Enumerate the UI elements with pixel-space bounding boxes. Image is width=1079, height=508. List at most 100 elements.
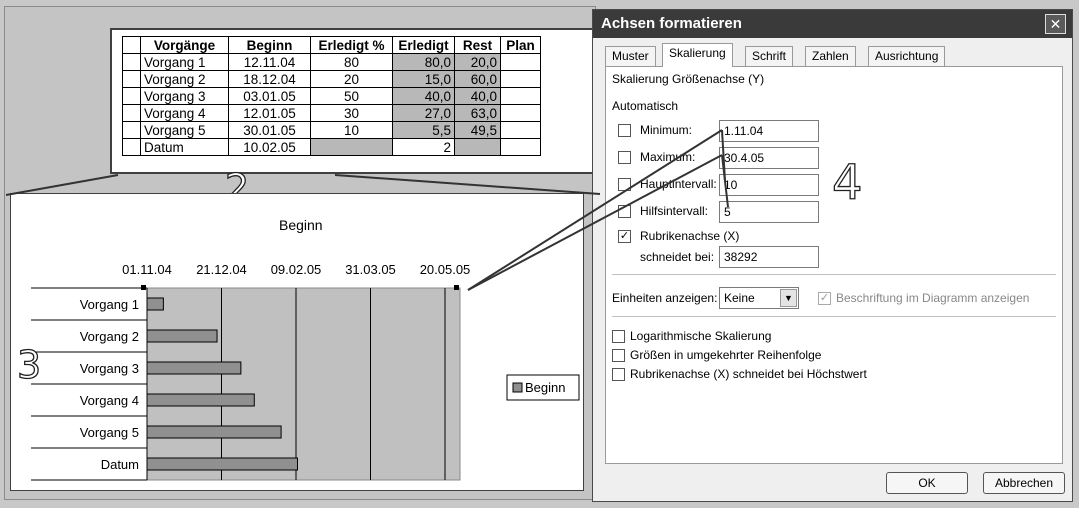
format-axis-dialog: Achsen formatieren ✕ Muster Skalierung S… (592, 9, 1073, 502)
table-cell[interactable] (122, 121, 141, 139)
table-cell[interactable]: Vorgang 1 (140, 53, 229, 71)
bar-vorgang-4[interactable] (146, 393, 255, 407)
table-cell[interactable]: 27,0 (392, 104, 455, 122)
major-unit-auto-checkbox[interactable] (618, 178, 631, 191)
category-label: Vorgang 3 (80, 361, 139, 376)
cancel-button[interactable]: Abbrechen (983, 472, 1065, 494)
table-cell[interactable]: 80,0 (392, 53, 455, 71)
tab-ausrichtung[interactable]: Ausrichtung (868, 46, 946, 67)
column-header: Beginn (228, 36, 311, 54)
table-cell[interactable]: 49,5 (454, 121, 501, 139)
category-axis-auto-checkbox[interactable]: ✓ (618, 230, 631, 243)
x-tick-label: 01.11.04 (122, 262, 172, 277)
table-cell[interactable]: 40,0 (392, 87, 455, 105)
table-row: Vorgang 5 30.01.05 10 5,5 49,5 (122, 121, 541, 139)
table-body: Vorgang 1 12.11.04 80 80,0 20,0 Vorgang 2 18.1… (122, 53, 541, 156)
table-cell[interactable]: 63,0 (454, 104, 501, 122)
table-cell[interactable]: 40,0 (454, 87, 501, 105)
table-cell[interactable]: 12.11.04 (228, 53, 311, 71)
table-cell[interactable] (310, 138, 393, 156)
table-cell[interactable]: Vorgang 3 (140, 87, 229, 105)
table-cell[interactable]: 30 (310, 104, 393, 122)
tab-muster[interactable]: Muster (605, 46, 656, 67)
category-label: Vorgang 4 (80, 393, 139, 408)
table-cell[interactable] (454, 138, 501, 156)
table-cell[interactable] (122, 70, 141, 88)
ok-button[interactable]: OK (886, 472, 968, 494)
minimum-auto-checkbox[interactable] (618, 124, 631, 137)
table-cell[interactable] (122, 104, 141, 122)
log-scale-checkbox[interactable] (612, 330, 625, 343)
column-header: Rest (454, 36, 501, 54)
major-unit-input[interactable]: 10 (719, 174, 819, 196)
column-header: Erledigt % (310, 36, 393, 54)
table-cell[interactable]: 60,0 (454, 70, 501, 88)
table-cell[interactable]: 18.12.04 (228, 70, 311, 88)
minor-unit-input[interactable]: 5 (719, 201, 819, 223)
chevron-down-icon[interactable]: ▼ (780, 289, 797, 307)
display-units-select[interactable]: Keine ▼ (719, 287, 799, 309)
table-cell[interactable]: 50 (310, 87, 393, 105)
maximum-input[interactable]: 30.4.05 (719, 147, 819, 169)
table-cell[interactable] (500, 138, 541, 156)
bar-vorgang-2[interactable] (146, 329, 218, 343)
table-cell[interactable]: 2 (392, 138, 455, 156)
table-row: Vorgang 2 18.12.04 20 15,0 60,0 (122, 70, 541, 88)
table-cell[interactable] (500, 121, 541, 139)
table-cell[interactable]: 03.01.05 (228, 87, 311, 105)
table-row: Vorgang 1 12.11.04 80 80,0 20,0 (122, 53, 541, 71)
bar-vorgang-3[interactable] (146, 361, 242, 375)
minor-unit-auto-checkbox[interactable] (618, 205, 631, 218)
callout-number-4: 4 (831, 154, 863, 211)
table-cell[interactable]: Vorgang 4 (140, 104, 229, 122)
x-tick-label: 09.02.05 (271, 262, 322, 277)
close-button[interactable]: ✕ (1045, 14, 1066, 34)
crosses-at-max-checkbox[interactable] (612, 368, 625, 381)
dialog-titlebar: Achsen formatieren (593, 10, 1072, 38)
tab-panel: Skalierung Größenachse (Y) Automatisch M… (605, 66, 1063, 464)
bar-datum[interactable] (146, 457, 298, 471)
x-tick-label: 31.03.05 (345, 262, 396, 277)
minimum-label: Minimum: (640, 123, 693, 137)
table-cell[interactable]: 80 (310, 53, 393, 71)
selection-handle (141, 285, 146, 290)
show-units-label-checkbox[interactable]: ✓ (818, 292, 831, 305)
table-cell[interactable]: 15,0 (392, 70, 455, 88)
table-cell[interactable] (500, 104, 541, 122)
tab-schrift[interactable]: Schrift (745, 46, 794, 67)
table-cell[interactable]: 12.01.05 (228, 104, 311, 122)
table-cell[interactable] (122, 138, 141, 156)
minor-unit-label: Hilfsintervall: (640, 204, 709, 218)
table-cell[interactable] (122, 53, 141, 71)
bar-vorgang-5[interactable] (146, 425, 282, 439)
legend-label: Beginn (525, 380, 565, 395)
table-cell[interactable]: 5,5 (392, 121, 455, 139)
dialog-title: Achsen formatieren (601, 15, 742, 32)
column-header: Plan (500, 36, 541, 54)
table-cell[interactable]: Datum (140, 138, 229, 156)
section-title: Skalierung Größenachse (Y) (612, 72, 765, 86)
table-cell[interactable] (500, 53, 541, 71)
minimum-input[interactable]: 1.11.04 (719, 120, 819, 142)
legend[interactable]: Beginn (506, 374, 580, 401)
tab-zahlen[interactable]: Zahlen (805, 46, 856, 67)
table-cell[interactable]: 20,0 (454, 53, 501, 71)
table-cell[interactable]: Vorgang 5 (140, 121, 229, 139)
maximum-auto-checkbox[interactable] (618, 151, 631, 164)
bar-vorgang-1[interactable] (146, 297, 164, 311)
table-cell[interactable]: 10 (310, 121, 393, 139)
table-cell[interactable] (500, 87, 541, 105)
table-row: Datum 10.02.05 2 (122, 138, 541, 156)
tab-skalierung[interactable]: Skalierung (662, 43, 733, 67)
show-units-label-text: Beschriftung im Diagramm anzeigen (836, 291, 1030, 305)
reverse-order-checkbox[interactable] (612, 349, 625, 362)
gantt-chart[interactable]: Beginn 01.11.04 21.12.04 09.02.05 31.03.05 2… (10, 193, 584, 491)
table-cell[interactable]: Vorgang 2 (140, 70, 229, 88)
table-cell[interactable]: 20 (310, 70, 393, 88)
table-cell[interactable]: 30.01.05 (228, 121, 311, 139)
table-cell[interactable] (122, 87, 141, 105)
table-cell[interactable] (500, 70, 541, 88)
crosses-at-input[interactable]: 38292 (719, 246, 819, 268)
table-cell[interactable]: 10.02.05 (228, 138, 311, 156)
display-units-value: Keine (724, 291, 755, 305)
